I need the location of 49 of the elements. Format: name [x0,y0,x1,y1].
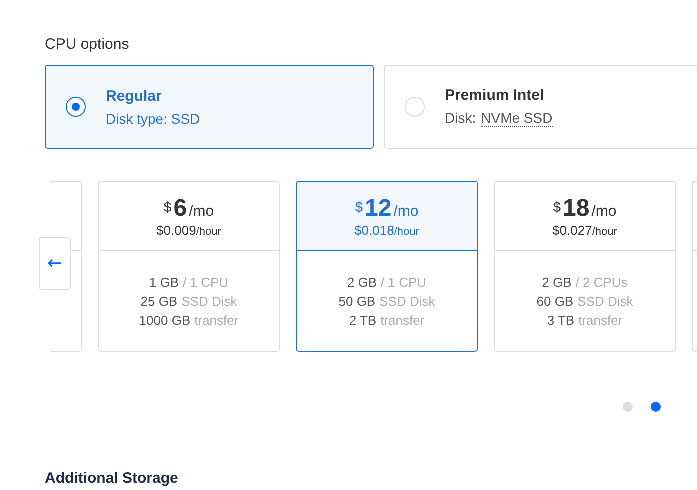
hourly-unit: /hour [592,226,618,238]
option-detail: Disk: [445,110,476,127]
option-name: Premium Intel [445,87,546,104]
price-period: /mo [189,202,214,220]
section-title: Additional Storage [45,470,180,488]
spec-unit: SSD Disk [578,294,634,308]
spec-value: 1 GB [149,274,180,290]
spec-value: 2 GB [542,274,572,290]
spec-unit: / 1 CPU [381,274,427,290]
option-name: Regular [106,88,163,104]
plan-card[interactable]: $18/mo $0.027/hour 2 GB / 2 CPUs 60 GB SSD Disk 3 TB transfer [494,181,676,352]
hourly-unit: /hour [394,226,420,238]
price-amount: 18 [563,194,590,222]
spec-unit: SSD Disk [182,294,238,308]
spec-value: 2 TB [349,312,377,328]
spec-value: 50 GB [338,294,376,308]
cpu-option-card[interactable]: Premium Intel Disk: NVMe SSD [384,65,697,149]
spec-unit: transfer [380,312,425,328]
page-dot[interactable] [623,402,633,412]
currency-sign: $ [164,198,172,214]
disk-type-link[interactable]: NVMe SSD [481,110,553,127]
hourly-unit: /hour [196,226,222,238]
currency-sign: $ [355,198,364,214]
option-detail: Disk type: SSD [106,110,200,126]
price-amount: 12 [365,194,392,222]
hourly-price: $0.027 [552,222,592,238]
page-dot[interactable] [651,402,661,412]
spec-value: 3 TB [547,312,575,328]
section-title: CPU options [45,36,130,54]
spec-unit: / 1 CPU [183,274,229,290]
price-period: /mo [394,202,419,220]
spec-value: 1000 GB [139,312,191,328]
hourly-price: $0.018 [354,222,394,238]
plan-card[interactable]: $6/mo $0.009/hour 1 GB / 1 CPU 25 GB SSD Disk 1000 GB transfer [98,181,280,352]
spec-value: 2 GB [347,274,378,290]
hourly-price: $0.009 [156,222,196,238]
currency-sign: $ [553,198,562,214]
spec-unit: transfer [194,312,239,328]
radio-button[interactable] [66,97,86,117]
price-period: /mo [592,202,617,220]
spec-unit: / 2 CPUs [576,274,628,290]
spec-unit: SSD Disk [380,294,436,308]
plan-card[interactable]: $12/mo $0.018/hour 2 GB / 1 CPU 50 GB SSD Disk 2 TB transfer [296,181,478,352]
spec-unit: transfer [578,312,623,328]
spec-value: 25 GB [140,294,178,308]
spec-value: 60 GB [536,294,574,308]
price-amount: 6 [174,194,188,222]
previous-button[interactable]: ← [39,237,71,290]
cpu-option-card[interactable]: Regular Disk type: SSD [45,65,374,149]
